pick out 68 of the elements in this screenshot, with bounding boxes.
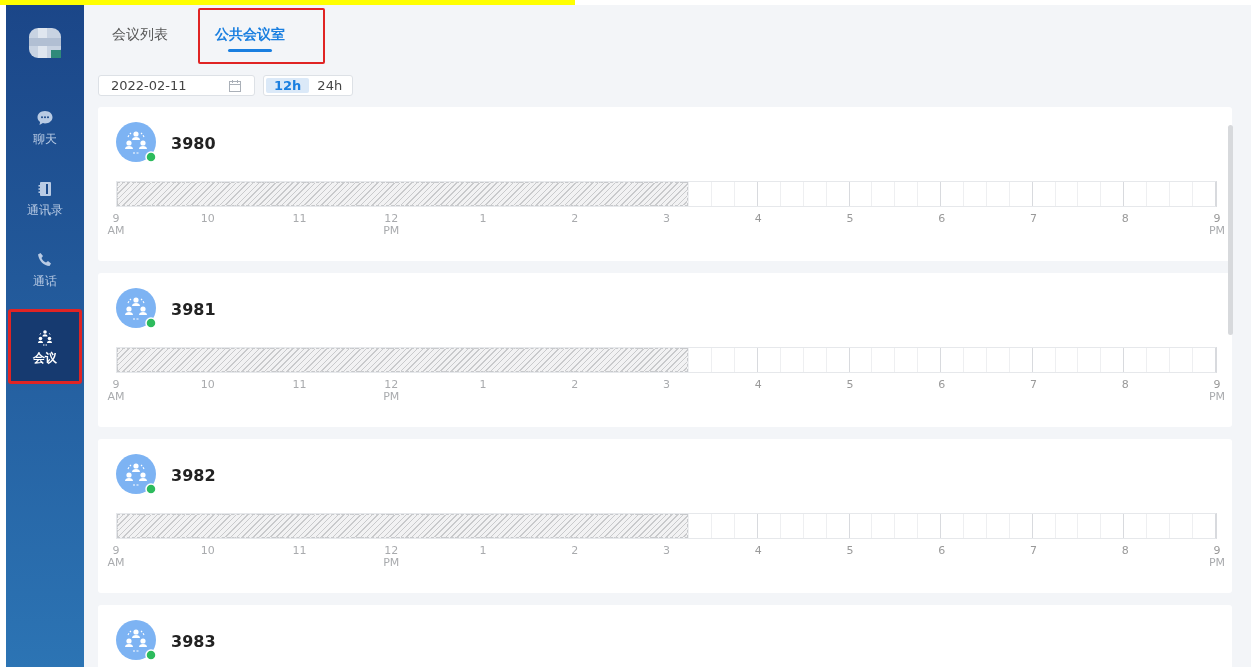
date-value: 2022-02-11: [111, 78, 187, 93]
sidebar-item[interactable]: 会议: [11, 312, 79, 381]
scrollbar[interactable]: [1228, 125, 1233, 335]
toggle-option[interactable]: 24h: [309, 78, 351, 93]
sidebar-label: 聊天: [33, 131, 57, 148]
time-label: 6: [938, 213, 946, 225]
people-icon: [36, 328, 54, 346]
tab[interactable]: 公共会议室: [215, 18, 285, 54]
time-label: 12 PM: [383, 545, 400, 569]
time-label: 3: [663, 213, 670, 225]
address-book-icon: [36, 180, 54, 198]
chat-bubble-icon: [36, 109, 54, 127]
time-label: 4: [754, 545, 762, 557]
phone-icon: [36, 251, 54, 269]
time-label: 2: [571, 545, 579, 557]
time-label: 8: [1121, 213, 1129, 225]
time-label: 5: [846, 545, 854, 557]
time-label: 6: [938, 379, 946, 391]
time-label: 10: [200, 379, 215, 391]
calendar-icon[interactable]: [228, 78, 242, 93]
time-label: 7: [1030, 379, 1037, 391]
time-label: 5: [846, 213, 854, 225]
tab-underline: [228, 49, 272, 52]
time-label: 9 PM: [1208, 545, 1226, 569]
sidebar-item[interactable]: 聊天: [11, 99, 79, 158]
time-label: 1: [479, 545, 487, 557]
time-label: 9 AM: [107, 213, 125, 237]
time-label: 7: [1030, 545, 1037, 557]
room-avatar-icon: [116, 122, 156, 162]
sidebar-item[interactable]: 通讯录: [11, 170, 79, 229]
time-label: 7: [1030, 213, 1037, 225]
time-label: 3: [663, 379, 670, 391]
time-label: 9 PM: [1208, 379, 1226, 403]
time-label: 1: [479, 213, 487, 225]
time-label: 9 PM: [1208, 213, 1226, 237]
room-name: 3981: [171, 299, 216, 319]
room-name: 3982: [171, 465, 216, 485]
room-avatar-icon: [116, 288, 156, 328]
sidebar-item[interactable]: 通话: [11, 241, 79, 300]
time-label: 10: [200, 213, 215, 225]
time-label: 5: [846, 379, 854, 391]
time-label: 11: [292, 213, 307, 225]
time-label: 8: [1121, 545, 1129, 557]
sidebar-label: 通话: [33, 273, 57, 290]
time-label: 11: [292, 379, 307, 391]
time-label: 10: [200, 545, 215, 557]
time-label: 3: [663, 545, 670, 557]
date-field[interactable]: 2022-02-11: [98, 75, 255, 96]
time-label: 9 AM: [107, 545, 125, 569]
time-label: 4: [754, 213, 762, 225]
time-label: 1: [479, 379, 487, 391]
toggle-option[interactable]: 12h: [266, 78, 310, 93]
time-label: 12 PM: [383, 379, 400, 403]
time-label: 9 AM: [107, 379, 125, 403]
tab[interactable]: 会议列表: [112, 18, 168, 54]
time-label: 2: [571, 213, 579, 225]
room-avatar-icon: [116, 454, 156, 494]
room-avatar-icon: [116, 620, 156, 660]
time-label: 6: [938, 545, 946, 557]
time-label: 11: [292, 545, 307, 557]
time-label: 4: [754, 379, 762, 391]
sidebar-label: 通讯录: [27, 202, 63, 219]
room-name: 3980: [171, 133, 216, 153]
time-label: 2: [571, 379, 579, 391]
time-label: 12 PM: [383, 213, 400, 237]
time-label: 8: [1121, 379, 1129, 391]
room-name: 3983: [171, 631, 216, 651]
sidebar-label: 会议: [33, 350, 57, 367]
